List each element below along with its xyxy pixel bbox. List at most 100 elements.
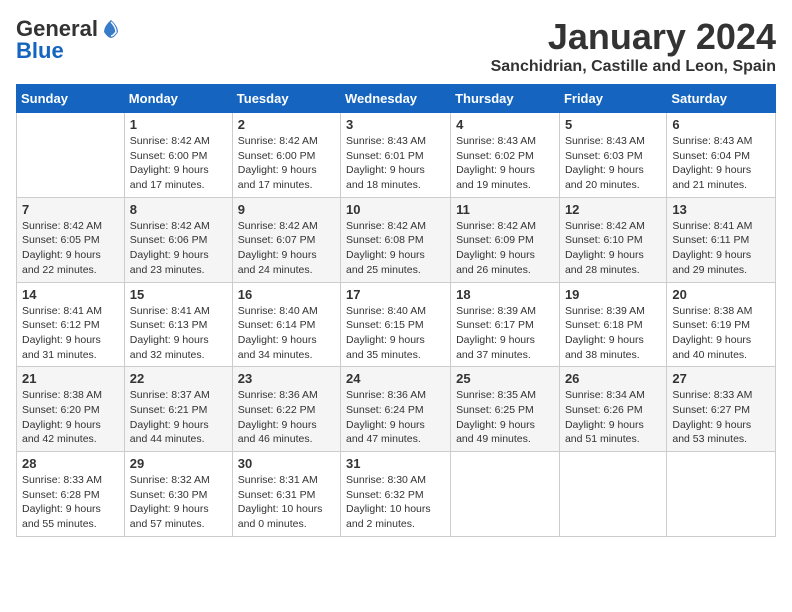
day-number: 23 [238,371,335,386]
day-info: Sunrise: 8:39 AM Sunset: 6:17 PM Dayligh… [456,304,554,363]
day-number: 16 [238,287,335,302]
calendar-cell: 6Sunrise: 8:43 AM Sunset: 6:04 PM Daylig… [667,113,776,198]
calendar-table: SundayMondayTuesdayWednesdayThursdayFrid… [16,84,776,537]
calendar-cell [559,452,666,537]
day-number: 10 [346,202,445,217]
calendar-cell: 1Sunrise: 8:42 AM Sunset: 6:00 PM Daylig… [124,113,232,198]
calendar-cell: 17 Sunrise: 8:40 AM Sunset: 6:15 PM Dayli… [341,282,451,367]
calendar-cell: 21Sunrise: 8:38 AM Sunset: 6:20 PM Dayli… [17,367,125,452]
calendar-cell: 27 Sunrise: 8:33 AM Sunset: 6:27 PM Dayli… [667,367,776,452]
calendar-body: 1Sunrise: 8:42 AM Sunset: 6:00 PM Daylig… [17,113,776,537]
month-title: January 2024 [491,16,776,58]
day-info: Sunrise: 8:42 AM Sunset: 6:08 PM Dayligh… [346,219,445,278]
calendar-cell: 10 Sunrise: 8:42 AM Sunset: 6:08 PM Dayli… [341,197,451,282]
day-number: 24 [346,371,445,386]
day-info: Sunrise: 8:39 AM Sunset: 6:18 PM Dayligh… [565,304,661,363]
day-number: 4 [456,117,554,132]
day-number: 15 [130,287,227,302]
day-info: Sunrise: 8:40 AM Sunset: 6:14 PM Dayligh… [238,304,335,363]
day-number: 27 [672,371,770,386]
day-number: 2 [238,117,335,132]
day-info: Sunrise: 8:34 AM Sunset: 6:26 PM Dayligh… [565,388,661,447]
day-info: Sunrise: 8:41 AM Sunset: 6:11 PM Dayligh… [672,219,770,278]
day-info: Sunrise: 8:42 AM Sunset: 6:06 PM Dayligh… [130,219,227,278]
calendar-week-3: 14 Sunrise: 8:41 AM Sunset: 6:12 PM Dayli… [17,282,776,367]
calendar-week-5: 28Sunrise: 8:33 AM Sunset: 6:28 PM Dayli… [17,452,776,537]
day-info: Sunrise: 8:41 AM Sunset: 6:13 PM Dayligh… [130,304,227,363]
calendar-cell: 16 Sunrise: 8:40 AM Sunset: 6:14 PM Dayli… [232,282,340,367]
day-number: 20 [672,287,770,302]
day-number: 31 [346,456,445,471]
calendar-cell: 4Sunrise: 8:43 AM Sunset: 6:02 PM Daylig… [451,113,560,198]
day-number: 6 [672,117,770,132]
day-number: 5 [565,117,661,132]
day-number: 1 [130,117,227,132]
calendar-cell: 26Sunrise: 8:34 AM Sunset: 6:26 PM Dayli… [559,367,666,452]
day-info: Sunrise: 8:36 AM Sunset: 6:22 PM Dayligh… [238,388,335,447]
day-info: Sunrise: 8:33 AM Sunset: 6:28 PM Dayligh… [22,473,119,532]
day-info: Sunrise: 8:43 AM Sunset: 6:03 PM Dayligh… [565,134,661,193]
day-number: 21 [22,371,119,386]
calendar-cell: 8 Sunrise: 8:42 AM Sunset: 6:06 PM Daylig… [124,197,232,282]
calendar-cell: 31 Sunrise: 8:30 AM Sunset: 6:32 PM Dayli… [341,452,451,537]
title-block: January 2024 Sanchidrian, Castille and L… [491,16,776,76]
calendar-cell: 24 Sunrise: 8:36 AM Sunset: 6:24 PM Dayli… [341,367,451,452]
calendar-cell: 18 Sunrise: 8:39 AM Sunset: 6:17 PM Dayli… [451,282,560,367]
day-number: 14 [22,287,119,302]
day-number: 11 [456,202,554,217]
weekday-header-thursday: Thursday [451,85,560,113]
day-info: Sunrise: 8:38 AM Sunset: 6:19 PM Dayligh… [672,304,770,363]
calendar-cell: 12 Sunrise: 8:42 AM Sunset: 6:10 PM Dayli… [559,197,666,282]
day-info: Sunrise: 8:36 AM Sunset: 6:24 PM Dayligh… [346,388,445,447]
location-title: Sanchidrian, Castille and Leon, Spain [491,58,776,76]
calendar-cell: 3 Sunrise: 8:43 AM Sunset: 6:01 PM Daylig… [341,113,451,198]
calendar-header-row: SundayMondayTuesdayWednesdayThursdayFrid… [17,85,776,113]
calendar-cell: 11Sunrise: 8:42 AM Sunset: 6:09 PM Dayli… [451,197,560,282]
day-info: Sunrise: 8:32 AM Sunset: 6:30 PM Dayligh… [130,473,227,532]
day-number: 19 [565,287,661,302]
logo-icon [100,18,122,40]
day-number: 29 [130,456,227,471]
day-info: Sunrise: 8:42 AM Sunset: 6:05 PM Dayligh… [22,219,119,278]
weekday-header-saturday: Saturday [667,85,776,113]
day-number: 8 [130,202,227,217]
weekday-header-sunday: Sunday [17,85,125,113]
day-number: 18 [456,287,554,302]
weekday-header-tuesday: Tuesday [232,85,340,113]
day-number: 30 [238,456,335,471]
weekday-header-monday: Monday [124,85,232,113]
calendar-cell [17,113,125,198]
day-number: 22 [130,371,227,386]
calendar-week-1: 1Sunrise: 8:42 AM Sunset: 6:00 PM Daylig… [17,113,776,198]
calendar-cell: 13Sunrise: 8:41 AM Sunset: 6:11 PM Dayli… [667,197,776,282]
day-info: Sunrise: 8:42 AM Sunset: 6:10 PM Dayligh… [565,219,661,278]
day-info: Sunrise: 8:42 AM Sunset: 6:07 PM Dayligh… [238,219,335,278]
day-info: Sunrise: 8:43 AM Sunset: 6:01 PM Dayligh… [346,134,445,193]
day-info: Sunrise: 8:33 AM Sunset: 6:27 PM Dayligh… [672,388,770,447]
calendar-cell [667,452,776,537]
calendar-cell: 30 Sunrise: 8:31 AM Sunset: 6:31 PM Dayli… [232,452,340,537]
logo-blue: Blue [16,38,64,64]
calendar-cell: 29 Sunrise: 8:32 AM Sunset: 6:30 PM Dayli… [124,452,232,537]
calendar-week-2: 7Sunrise: 8:42 AM Sunset: 6:05 PM Daylig… [17,197,776,282]
day-number: 25 [456,371,554,386]
calendar-cell: 28Sunrise: 8:33 AM Sunset: 6:28 PM Dayli… [17,452,125,537]
calendar-cell: 7Sunrise: 8:42 AM Sunset: 6:05 PM Daylig… [17,197,125,282]
logo: General Blue [16,16,122,64]
calendar-cell: 23 Sunrise: 8:36 AM Sunset: 6:22 PM Dayli… [232,367,340,452]
weekday-header-friday: Friday [559,85,666,113]
day-info: Sunrise: 8:41 AM Sunset: 6:12 PM Dayligh… [22,304,119,363]
weekday-header-wednesday: Wednesday [341,85,451,113]
day-number: 17 [346,287,445,302]
day-number: 9 [238,202,335,217]
day-number: 3 [346,117,445,132]
day-number: 12 [565,202,661,217]
calendar-cell: 2Sunrise: 8:42 AM Sunset: 6:00 PM Daylig… [232,113,340,198]
day-info: Sunrise: 8:31 AM Sunset: 6:31 PM Dayligh… [238,473,335,532]
day-info: Sunrise: 8:40 AM Sunset: 6:15 PM Dayligh… [346,304,445,363]
calendar-cell: 25Sunrise: 8:35 AM Sunset: 6:25 PM Dayli… [451,367,560,452]
calendar-cell: 22Sunrise: 8:37 AM Sunset: 6:21 PM Dayli… [124,367,232,452]
calendar-cell: 5 Sunrise: 8:43 AM Sunset: 6:03 PM Daylig… [559,113,666,198]
day-info: Sunrise: 8:30 AM Sunset: 6:32 PM Dayligh… [346,473,445,532]
calendar-cell: 9 Sunrise: 8:42 AM Sunset: 6:07 PM Daylig… [232,197,340,282]
